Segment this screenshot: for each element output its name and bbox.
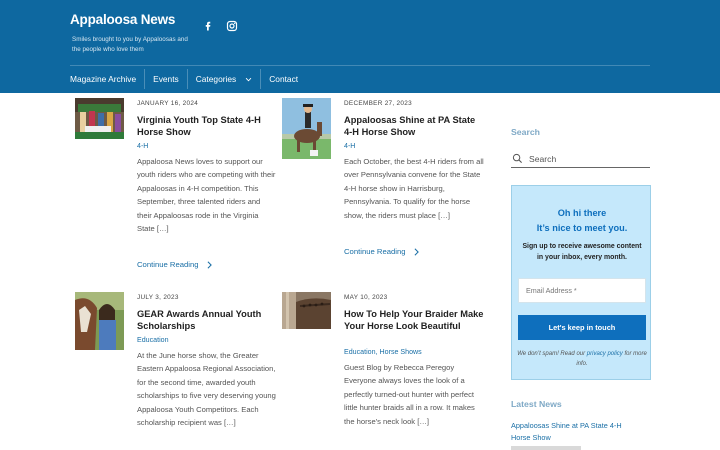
- continue-reading-link[interactable]: Continue Reading: [344, 247, 420, 256]
- latest-news-title: Latest News: [511, 399, 562, 409]
- optin-heading: Oh hi there: [557, 208, 607, 218]
- category-link[interactable]: Education: [137, 336, 169, 344]
- post-excerpt: Guest Blog by Rebecca Peregoy Everyone a…: [344, 363, 475, 426]
- latest-news-date: [511, 446, 581, 450]
- search-input[interactable]: [529, 153, 644, 164]
- nav-categories[interactable]: Categories: [196, 66, 253, 92]
- post-title[interactable]: How To Help Your Braider Make Your Horse…: [344, 308, 484, 332]
- nav-divider: [144, 69, 146, 89]
- category-link[interactable]: 4-H: [137, 142, 148, 150]
- post-categories: Education, Horse Shows: [344, 348, 422, 356]
- post-title[interactable]: Virginia Youth Top State 4-H Horse Show: [137, 114, 277, 138]
- continue-reading-label: Continue Reading: [137, 260, 199, 269]
- privacy-policy-link[interactable]: privacy policy: [587, 351, 623, 357]
- newsletter-optin: Oh hi there It’s nice to meet you. Sign …: [511, 185, 651, 380]
- post-categories: 4-H: [137, 142, 148, 150]
- nav-events-label: Events: [153, 74, 179, 84]
- search-icon: [512, 153, 523, 164]
- post-excerpt: At the June horse show, the Greater East…: [137, 351, 276, 428]
- nav-contact[interactable]: Contact: [269, 66, 298, 92]
- post-categories: 4-H: [344, 142, 355, 150]
- privacy-note-text: We don’t spam! Read our: [517, 351, 587, 357]
- post-date: DECEMBER 27, 2023: [344, 100, 412, 107]
- instagram-icon[interactable]: [226, 20, 238, 32]
- post-thumbnail[interactable]: [75, 98, 124, 139]
- post-categories: Education: [137, 336, 169, 344]
- search-form: [511, 150, 650, 168]
- post-date: JANUARY 16, 2024: [137, 100, 199, 107]
- post-title[interactable]: GEAR Awards Annual Youth Scholarships: [137, 308, 277, 332]
- post-date: JULY 3, 2023: [137, 294, 179, 301]
- nav-events[interactable]: Events: [153, 66, 179, 92]
- optin-description: Sign up to receive awesome content in yo…: [522, 243, 642, 261]
- site-title[interactable]: Appaloosa News: [70, 12, 175, 27]
- post-thumbnail[interactable]: [282, 98, 331, 159]
- subscribe-button[interactable]: Let's keep in touch: [518, 315, 646, 340]
- post-excerpt: Appaloosa News loves to support our yout…: [137, 157, 276, 234]
- continue-reading-label: Continue Reading: [344, 247, 406, 256]
- continue-reading-link[interactable]: Continue Reading: [137, 260, 213, 269]
- nav-divider: [260, 69, 262, 89]
- nav-magazine-archive[interactable]: Magazine Archive: [70, 66, 136, 92]
- nav-divider: [186, 69, 188, 89]
- main-navigation: Magazine Archive Events Categories Conta…: [70, 66, 298, 92]
- post-date: MAY 10, 2023: [344, 294, 388, 301]
- post-thumbnail[interactable]: [75, 292, 124, 350]
- nav-categories-label: Categories: [195, 74, 237, 84]
- chevron-right-icon: [414, 247, 419, 256]
- privacy-note: We don’t spam! Read our privacy policy f…: [517, 350, 647, 369]
- chevron-right-icon: [207, 260, 212, 269]
- nav-contact-label: Contact: [269, 74, 299, 84]
- optin-subheading: It’s nice to meet you.: [536, 223, 628, 233]
- category-link[interactable]: Education: [344, 348, 376, 356]
- category-link[interactable]: Horse Shows: [380, 348, 422, 356]
- post-excerpt: Each October, the best 4-H riders from a…: [344, 157, 484, 220]
- nav-magazine-archive-label: Magazine Archive: [70, 74, 137, 84]
- category-link[interactable]: 4-H: [344, 142, 355, 150]
- facebook-icon[interactable]: [202, 20, 214, 32]
- site-header: Appaloosa News Smiles brought to you by …: [0, 0, 720, 93]
- latest-news-item[interactable]: Appaloosas Shine at PA State 4-H Horse S…: [511, 420, 641, 444]
- chevron-down-icon[interactable]: [245, 76, 252, 83]
- post-title[interactable]: Appaloosas Shine at PA State 4-H Horse S…: [344, 114, 484, 138]
- search-widget-title: Search: [511, 127, 540, 137]
- site-tagline: Smiles brought to you by Appaloosas and …: [72, 36, 188, 53]
- email-field[interactable]: [518, 278, 646, 303]
- post-thumbnail[interactable]: [282, 292, 331, 329]
